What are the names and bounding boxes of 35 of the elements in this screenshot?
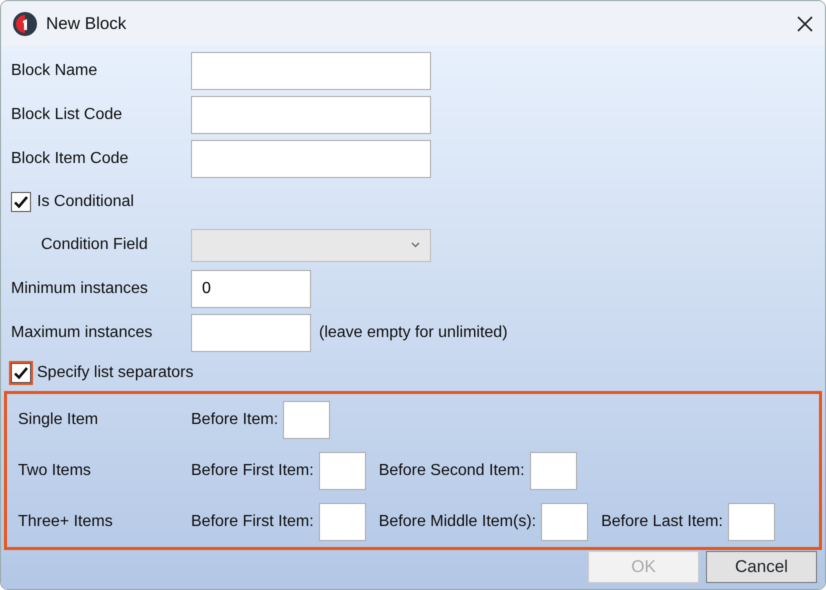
field-label: Block List Code xyxy=(11,105,124,125)
hint-text: (leave empty for unlimited) xyxy=(319,323,508,343)
input-field[interactable] xyxy=(283,400,330,438)
input-field[interactable] xyxy=(318,502,366,540)
row-label: Single Item xyxy=(18,410,100,430)
field-label: Minimum instances xyxy=(11,279,149,299)
chevron-down-icon xyxy=(411,242,420,248)
row-label: Three+ Items xyxy=(18,512,114,532)
field-label: Before First Item: xyxy=(191,460,314,480)
field-label: Before First Item: xyxy=(191,512,314,532)
field-label: Before Last Item: xyxy=(601,512,723,532)
input-field[interactable] xyxy=(318,452,366,490)
field-label: Block Name xyxy=(11,61,98,81)
close-icon[interactable] xyxy=(797,16,813,32)
dialog-button[interactable]: Cancel xyxy=(706,551,817,583)
app-logo-icon xyxy=(13,12,37,36)
input-field[interactable] xyxy=(191,314,311,352)
input-field[interactable] xyxy=(191,140,431,178)
field-label: Maximum instances xyxy=(11,323,154,343)
checkbox-label: Is Conditional xyxy=(37,192,134,212)
input-field[interactable] xyxy=(191,52,431,90)
input-field[interactable]: 0 xyxy=(191,270,311,308)
checkbox[interactable] xyxy=(11,192,31,212)
row-label: Two Items xyxy=(18,460,92,480)
input-field[interactable] xyxy=(191,96,431,134)
input-field[interactable] xyxy=(728,502,775,540)
input-field[interactable] xyxy=(541,502,588,540)
field-label: Block Item Code xyxy=(11,149,130,169)
input-field[interactable] xyxy=(530,452,577,490)
field-label: Before Middle Item(s): xyxy=(378,512,536,532)
field-label: Before Second Item: xyxy=(378,460,525,480)
checkbox-label: Specify list separators xyxy=(37,363,194,383)
window-title: New Block xyxy=(46,12,126,35)
field-label: Before Item: xyxy=(191,410,278,430)
field-label: Condition Field xyxy=(41,235,149,255)
